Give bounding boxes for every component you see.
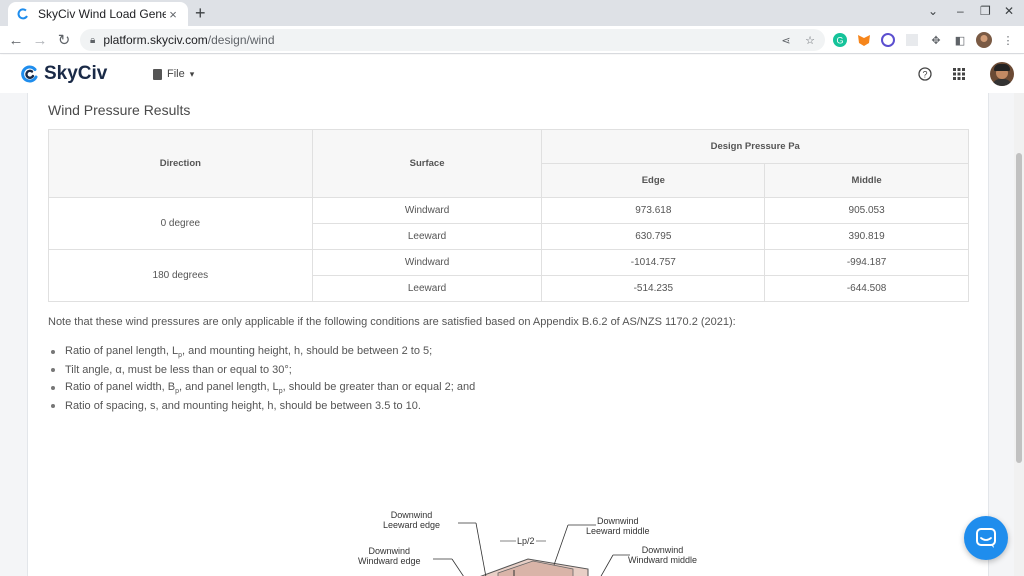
list-item: Tilt angle, α, must be less than or equa… [48,361,475,379]
label-lp-half: Lp/2 [517,536,535,546]
surface-cell: Windward [311,197,543,224]
surface-cell: Windward [311,249,543,276]
user-avatar[interactable] [990,62,1014,86]
chat-launcher-button[interactable] [964,516,1008,560]
wind-pressure-table: Direction Surface Design Pressure Pa Edg… [48,129,969,302]
surface-cell: Leeward [311,275,543,302]
forward-icon[interactable]: → [30,30,50,50]
apps-grid-icon[interactable] [950,65,968,83]
list-item: Ratio of panel length, Lp, and mounting … [48,343,475,361]
skyciv-logo[interactable]: SkyCiv [20,63,107,85]
label-downwind-windward-middle: Downwind Windward middle [628,545,698,565]
bookmark-star-icon[interactable]: ☆ [802,32,818,48]
url-path: /design/wind [207,33,275,47]
wind-zone-diagram: Downwind Leeward edge Downwind Windward … [328,503,748,576]
brand-name: SkyCiv [44,63,108,84]
edge-cell: 630.795 [541,223,766,250]
new-tab-button[interactable]: + [195,3,206,23]
file-icon [153,68,162,80]
header-middle: Middle [764,163,969,198]
chevron-down-icon: ▾ [189,68,195,79]
file-menu-label: File [167,68,185,80]
extension-circle-icon[interactable] [880,32,896,48]
table-row: 0 degree Windward 973.618 905.053 [48,197,969,250]
close-window-icon[interactable]: ✕ [1004,4,1014,18]
results-card: Wind Pressure Results Direction Surface … [27,93,989,576]
direction-cell: 180 degrees [48,249,313,302]
minimize-icon[interactable]: – [957,4,964,18]
grammarly-extension-icon[interactable]: G [832,32,848,48]
browser-menu-icon[interactable]: ⋮ [1000,32,1016,48]
conditions-list: Ratio of panel length, Lp, and mounting … [48,343,475,415]
svg-text:G: G [836,36,843,46]
surface-cell: Leeward [311,223,543,250]
main-content: Wind Pressure Results Direction Surface … [0,93,1024,576]
browser-toolbar: ← → ↻ 🔒︎ platform.skyciv.com/design/wind… [0,26,1024,54]
edge-cell: 973.618 [541,197,766,224]
list-item: Ratio of spacing, s, and mounting height… [48,397,475,415]
middle-cell: 905.053 [764,197,969,224]
chat-icon [976,528,996,548]
page-scrollbar[interactable] [1014,93,1024,576]
extension-blank-icon[interactable] [904,32,920,48]
share-icon[interactable]: ⋖ [778,32,794,48]
header-surface: Surface [311,129,543,198]
middle-cell: -994.187 [764,249,969,276]
label-downwind-leeward-middle: Downwind Leeward middle [586,516,650,536]
section-title: Wind Pressure Results [48,102,191,118]
skyciv-favicon-icon [16,7,30,21]
tab-search-icon[interactable]: ⌄ [928,4,938,18]
tab-close-icon[interactable]: × [166,7,180,22]
side-panel-icon[interactable]: ◧ [952,32,968,48]
back-icon[interactable]: ← [6,30,26,50]
lock-icon: 🔒︎ [90,34,96,46]
middle-cell: -644.508 [764,275,969,302]
profile-avatar-icon[interactable] [976,32,992,48]
table-row: 180 degrees Windward -1014.757 -994.187 [48,249,969,302]
direction-cell: 0 degree [48,197,313,250]
skyciv-logo-icon [21,65,38,83]
app-header: SkyCiv File ▾ ? [0,55,1024,93]
header-edge: Edge [541,163,766,198]
address-bar[interactable]: 🔒︎ platform.skyciv.com/design/wind [80,29,825,51]
browser-tab-bar: SkyCiv Wind Load Generat × + ⌄ – ❐ ✕ [0,0,1024,26]
list-item: Ratio of panel width, Bp, and panel leng… [48,379,475,397]
restore-icon[interactable]: ❐ [980,4,991,18]
metamask-extension-icon[interactable] [856,32,872,48]
label-downwind-windward-edge: Downwind Windward edge [358,546,421,566]
header-direction: Direction [48,129,313,198]
svg-text:?: ? [922,70,927,80]
tab-title: SkyCiv Wind Load Generat [38,7,166,21]
edge-cell: -1014.757 [541,249,766,276]
reload-icon[interactable]: ↻ [54,30,74,50]
middle-cell: 390.819 [764,223,969,250]
header-design-pressure: Design Pressure Pa [541,129,969,164]
conditions-note: Note that these wind pressures are only … [48,316,736,328]
browser-tab[interactable]: SkyCiv Wind Load Generat × [8,2,188,26]
scrollbar-thumb[interactable] [1016,153,1022,463]
edge-cell: -514.235 [541,275,766,302]
label-downwind-leeward-edge: Downwind Leeward edge [383,510,441,530]
help-icon[interactable]: ? [916,65,934,83]
url-host: platform.skyciv.com [103,33,208,47]
extensions-puzzle-icon[interactable]: ✥ [928,32,944,48]
file-menu[interactable]: File ▾ [153,68,194,80]
